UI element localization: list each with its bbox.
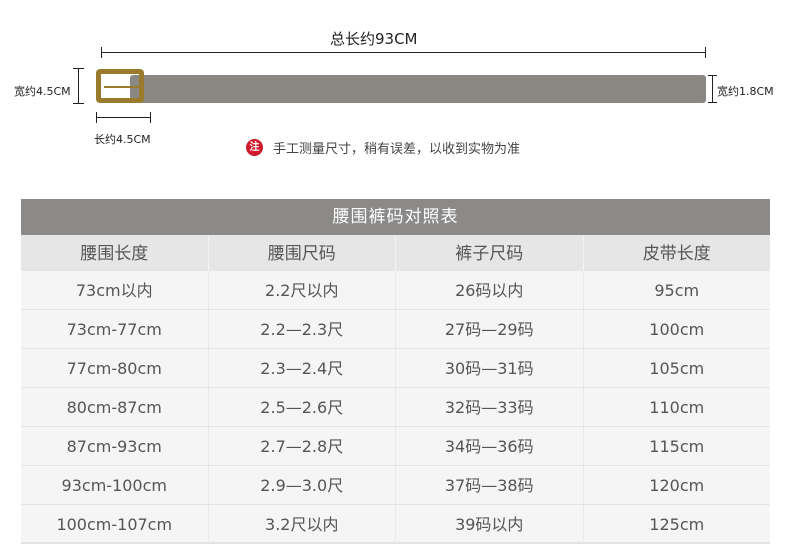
table-row: 100cm-107cm 3.2尺以内 39码以内 125cm	[21, 505, 770, 543]
buckle-width-line	[78, 68, 79, 104]
table-body: 73cm以内 2.2尺以内 26码以内 95cm 73cm-77cm 2.2—2…	[21, 271, 770, 544]
table-row: 77cm-80cm 2.3—2.4尺 30码—31码 105cm	[21, 349, 770, 388]
table-header: 腰围长度 腰围尺码 裤子尺码 皮带长度	[21, 235, 770, 271]
cell-pants-size: 34码—36码	[396, 427, 584, 465]
cell-waist-size: 2.5—2.6尺	[209, 388, 396, 426]
cell-waist-length: 77cm-80cm	[21, 349, 209, 387]
cell-belt-length: 105cm	[649, 359, 705, 378]
note-icon: 注	[246, 139, 263, 156]
cell-waist-length: 100cm-107cm	[21, 505, 209, 543]
cell-waist-length: 73cm-77cm	[21, 310, 209, 348]
cell-pants-size: 26码以内	[396, 271, 584, 309]
cell-belt-length: 115cm	[649, 437, 705, 456]
total-length-tick-left	[101, 47, 102, 58]
cell-waist-length: 93cm-100cm	[21, 466, 209, 504]
cell-waist-size: 2.9—3.0尺	[209, 466, 396, 504]
cell-pants-size: 39码以内	[396, 505, 584, 543]
buckle-width-label: 宽约4.5CM	[14, 85, 71, 98]
cell-belt-length: 95cm	[654, 281, 700, 300]
cell-waist-size: 3.2尺以内	[209, 505, 396, 543]
table-row: 73cm以内 2.2尺以内 26码以内 95cm	[21, 271, 770, 310]
buckle-length-label: 长约4.5CM	[94, 133, 151, 146]
total-length-tick-right	[705, 47, 706, 58]
cell-waist-size: 2.3—2.4尺	[209, 349, 396, 387]
buckle-width-tick-top	[73, 68, 84, 69]
cell-waist-size: 2.2—2.3尺	[209, 310, 396, 348]
total-length-label: 总长约93CM	[330, 30, 418, 48]
cell-pants-size: 30码—31码	[396, 349, 584, 387]
note-text: 手工测量尺寸，稍有误差，以收到实物为准	[273, 142, 521, 157]
cell-waist-size: 2.2尺以内	[209, 271, 396, 309]
belt-strap	[130, 75, 706, 103]
cell-waist-length: 73cm以内	[21, 271, 209, 309]
strap-width-label: 宽约1.8CM	[717, 85, 774, 98]
cell-pants-size: 37码—38码	[396, 466, 584, 504]
table-row: 87cm-93cm 2.7—2.8尺 34码—36码 115cm	[21, 427, 770, 466]
strap-width-line	[712, 75, 713, 103]
buckle-length-tick-right	[150, 112, 151, 123]
buckle-length-tick-left	[96, 112, 97, 123]
strap-width-tick-bottom	[708, 102, 717, 103]
cell-waist-length: 87cm-93cm	[21, 427, 209, 465]
header-pants-size: 裤子尺码	[396, 235, 584, 271]
cell-waist-length: 80cm-87cm	[21, 388, 209, 426]
cell-belt-length: 125cm	[649, 515, 705, 534]
table-row: 73cm-77cm 2.2—2.3尺 27码—29码 100cm	[21, 310, 770, 349]
cell-belt-length: 110cm	[649, 398, 705, 417]
buckle-length-line	[96, 117, 151, 118]
buckle-width-tick-bottom	[73, 103, 84, 104]
total-length-line	[101, 52, 706, 53]
table-row: 93cm-100cm 2.9—3.0尺 37码—38码 120cm	[21, 466, 770, 505]
cell-waist-size: 2.7—2.8尺	[209, 427, 396, 465]
cell-pants-size: 32码—33码	[396, 388, 584, 426]
cell-belt-length: 120cm	[649, 476, 705, 495]
table-row: 80cm-87cm 2.5—2.6尺 32码—33码 110cm	[21, 388, 770, 427]
header-waist-size: 腰围尺码	[209, 235, 396, 271]
cell-belt-length: 100cm	[649, 320, 705, 339]
cell-pants-size: 27码—29码	[396, 310, 584, 348]
header-waist-length: 腰围长度	[21, 235, 209, 271]
strap-width-tick-top	[708, 75, 717, 76]
table-title: 腰围裤码对照表	[21, 199, 770, 235]
header-belt-length: 皮带长度	[642, 244, 711, 264]
belt-buckle-prong	[104, 86, 140, 88]
